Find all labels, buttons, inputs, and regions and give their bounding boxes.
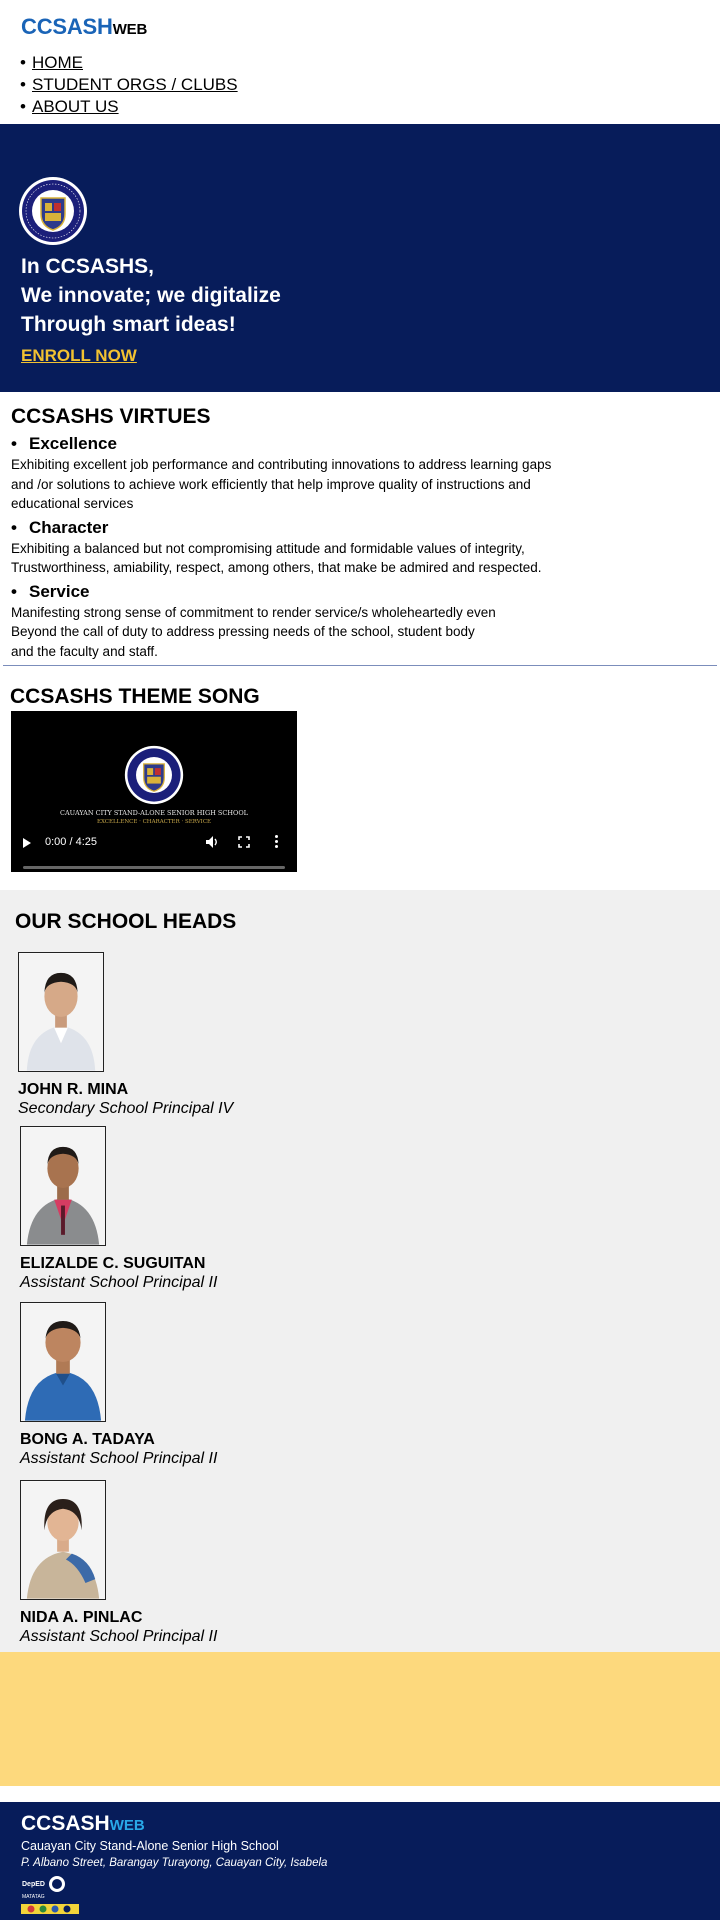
section-divider: [3, 665, 717, 666]
hero-headline: In CCSASHS, We innovate; we digitalize T…: [21, 252, 281, 339]
virtues-section: CCSASHS VIRTUES • Excellence Exhibiting e…: [11, 404, 711, 661]
video-caption: CAUAYAN CITY STAND-ALONE SENIOR HIGH SCH…: [60, 809, 248, 817]
head-photo: [18, 952, 104, 1072]
virtue-character: • Character Exhibiting a balanced but not…: [11, 517, 711, 578]
footer-address: P. Albano Street, Barangay Turayong, Cau…: [21, 1857, 328, 1869]
school-heads-section: OUR SCHOOL HEADS JOHN R. MINA Secondary …: [0, 890, 720, 1652]
theme-song-video[interactable]: CAUAYAN CITY STAND-ALONE SENIOR HIGH SCH…: [11, 711, 297, 872]
hero-banner: In CCSASHS, We innovate; we digitalize T…: [0, 124, 720, 392]
head-role: Secondary School Principal IV: [18, 1100, 234, 1117]
svg-text:DepED: DepED: [22, 1881, 45, 1888]
main-nav: • HOME • STUDENT ORGS / CLUBS • ABOUT US: [20, 52, 238, 118]
more-options-icon[interactable]: [275, 835, 279, 850]
head-role: Assistant School Principal II: [20, 1628, 218, 1645]
yellow-banner: [0, 1652, 720, 1786]
site-footer: CCSASHWEB Cauayan City Stand-Alone Senio…: [0, 1802, 720, 1920]
volume-icon[interactable]: [205, 835, 219, 849]
head-name: JOHN R. MINA: [18, 1081, 129, 1098]
footer-logo[interactable]: CCSASHWEB: [21, 1812, 145, 1836]
fullscreen-icon[interactable]: [238, 836, 250, 848]
hero-line-2: We innovate; we digitalize: [21, 284, 281, 307]
deped-badges-icon: DepED MATATAG: [21, 1876, 79, 1914]
head-name: BONG A. TADAYA: [20, 1431, 155, 1448]
play-icon[interactable]: [23, 838, 31, 848]
nav-link-home[interactable]: HOME: [32, 53, 83, 72]
head-photo: [20, 1126, 106, 1246]
head-photo: [20, 1302, 106, 1422]
site-logo[interactable]: CCSASHWEB: [21, 14, 147, 40]
school-head-card: BONG A. TADAYA Assistant School Principa…: [20, 1302, 217, 1468]
logo-suffix-text: WEB: [112, 21, 148, 38]
head-name: NIDA A. PINLAC: [20, 1609, 143, 1626]
head-name: ELIZALDE C. SUGUITAN: [20, 1255, 206, 1272]
school-head-card: JOHN R. MINA Secondary School Principal …: [18, 952, 233, 1118]
virtue-service: • Service Manifesting strong sense of com…: [11, 581, 711, 662]
footer-logo-suffix: WEB: [109, 1817, 145, 1834]
nav-link-about[interactable]: ABOUT US: [32, 97, 119, 116]
video-seal-icon: [124, 745, 184, 805]
hero-line-1: In CCSASHS,: [21, 255, 155, 278]
theme-song-title: CCSASHS THEME SONG: [10, 685, 260, 708]
site-header: CCSASHWEB • HOME • STUDENT ORGS / CLUBS • A…: [0, 0, 720, 124]
virtue-description: Exhibiting a balanced but not compromisi…: [11, 540, 542, 576]
head-photo: [20, 1480, 106, 1600]
footer-logo-main: CCSASH: [21, 1812, 110, 1835]
footer-school-name: Cauayan City Stand-Alone Senior High Sch…: [21, 1839, 279, 1853]
video-time: 0:00 / 4:25: [45, 836, 97, 848]
virtue-name: Service: [29, 581, 90, 601]
logo-main-text: CCSASH: [21, 14, 113, 39]
school-heads-title: OUR SCHOOL HEADS: [15, 910, 237, 933]
head-role: Assistant School Principal II: [20, 1450, 218, 1467]
nav-item-home: • HOME: [20, 53, 83, 72]
head-role: Assistant School Principal II: [20, 1274, 218, 1291]
virtue-description: Manifesting strong sense of commitment t…: [11, 604, 496, 659]
svg-text:MATATAG: MATATAG: [22, 1894, 45, 1900]
hero-line-3: Through smart ideas!: [21, 313, 236, 336]
school-head-card: ELIZALDE C. SUGUITAN Assistant School Pr…: [20, 1126, 217, 1292]
virtue-name: Character: [29, 517, 109, 537]
nav-item-about: • ABOUT US: [20, 97, 119, 116]
school-seal-icon: [19, 177, 87, 245]
nav-item-orgs: • STUDENT ORGS / CLUBS: [20, 75, 238, 94]
video-controls: 0:00 / 4:25: [11, 828, 297, 872]
virtue-name: Excellence: [29, 434, 117, 453]
nav-link-orgs[interactable]: STUDENT ORGS / CLUBS: [32, 75, 238, 94]
video-subcaption: EXCELLENCE · CHARACTER · SERVICE: [96, 819, 212, 825]
virtue-excellence: • Excellence Exhibiting excellent job per…: [11, 433, 711, 514]
school-head-card: NIDA A. PINLAC Assistant School Principa…: [20, 1480, 217, 1646]
enroll-now-link[interactable]: ENROLL NOW: [21, 346, 137, 366]
virtues-title: CCSASHS VIRTUES: [11, 405, 211, 428]
video-seek-bar[interactable]: [23, 866, 285, 869]
virtue-description: Exhibiting excellent job performance and…: [11, 457, 552, 511]
